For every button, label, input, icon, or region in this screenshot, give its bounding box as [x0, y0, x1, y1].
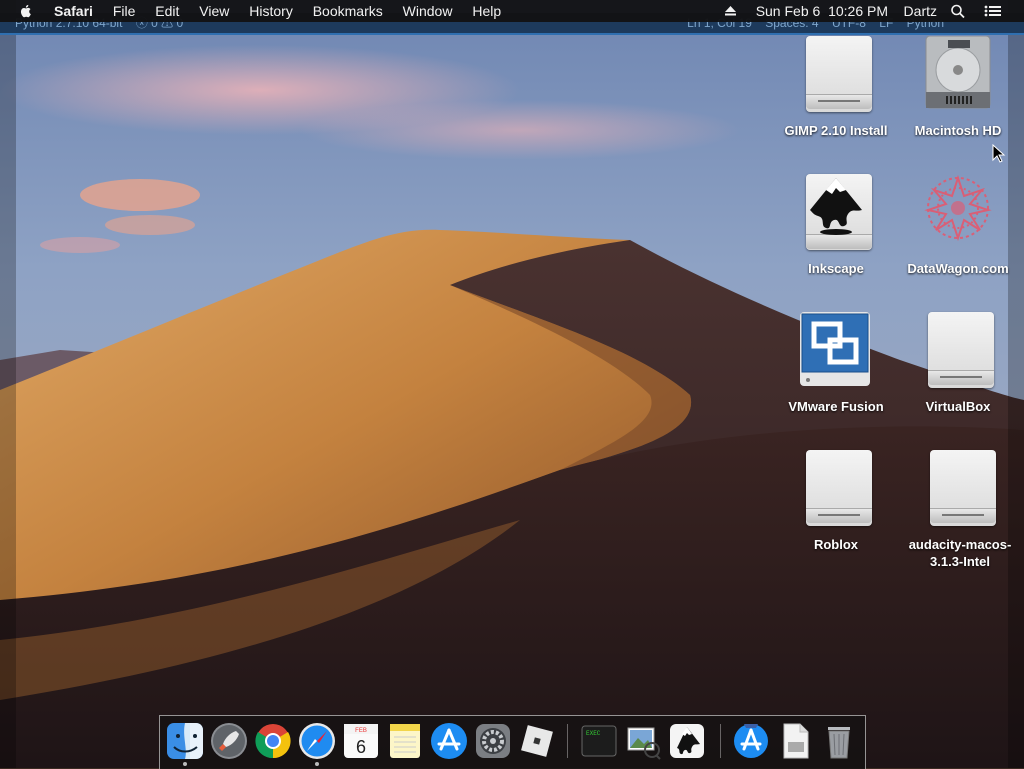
launchpad-icon[interactable]: [210, 722, 248, 760]
document-stack-icon[interactable]: [776, 722, 814, 760]
menu-file[interactable]: File: [113, 0, 136, 22]
menu-window[interactable]: Window: [403, 0, 453, 22]
running-indicator: [183, 762, 187, 766]
mouse-cursor-icon: [992, 143, 1006, 164]
system-preferences-icon[interactable]: [474, 722, 512, 760]
menu-history[interactable]: History: [249, 0, 293, 22]
apple-logo-icon[interactable]: [18, 0, 38, 22]
chrome-icon[interactable]: [254, 722, 292, 760]
menubar-clock[interactable]: Sun Feb 6 10:26 PM: [756, 0, 888, 22]
calendar-icon[interactable]: FEB 6: [342, 722, 380, 760]
external-drive-icon: [918, 312, 998, 392]
finder-icon[interactable]: [166, 722, 204, 760]
desktop-icon-label: VirtualBox: [925, 399, 991, 414]
desktop-icon-label: Inkscape: [808, 261, 864, 276]
menu-view[interactable]: View: [199, 0, 229, 22]
preview-icon[interactable]: [624, 722, 662, 760]
dock-separator: [567, 724, 568, 758]
app-store-icon[interactable]: [430, 722, 468, 760]
downloads-folder-icon[interactable]: [732, 722, 770, 760]
desktop-icon-label: DataWagon.com: [907, 261, 1009, 276]
desktop-icon-label: Macintosh HD: [914, 123, 1002, 138]
external-drive-icon: [796, 36, 876, 116]
inkscape-icon[interactable]: [668, 722, 706, 760]
menu-bookmarks[interactable]: Bookmarks: [313, 0, 383, 22]
desktop-icon-label: audacity-macos-3.1.3-Intel: [908, 537, 1012, 569]
safari-icon[interactable]: [298, 722, 336, 760]
desktop-icon-label: VMware Fusion: [788, 399, 884, 414]
desktop-icon-vmware-fusion[interactable]: VMware Fusion: [776, 312, 896, 415]
terminal-label: EXEC: [586, 730, 601, 737]
datawagon-logo-icon: [918, 174, 998, 254]
desktop-icon-label: Roblox: [813, 537, 859, 552]
desktop-icon-virtualbox[interactable]: VirtualBox: [898, 312, 1018, 415]
trash-icon[interactable]: [820, 722, 858, 760]
notification-center-icon[interactable]: [984, 0, 1002, 28]
menubar-user[interactable]: Dartz: [904, 0, 937, 22]
dock: FEB 6 EXEC: [159, 715, 866, 769]
desktop-icon-macintosh-hd[interactable]: Macintosh HD: [898, 35, 1018, 139]
desktop-icon-gimp-install[interactable]: GIMP 2.10 Install: [776, 36, 896, 139]
eject-icon[interactable]: [724, 0, 738, 28]
calendar-month: FEB: [355, 728, 367, 734]
desktop-icon-roblox[interactable]: Roblox: [776, 450, 896, 553]
vmware-fusion-icon: [796, 312, 876, 392]
terminal-icon[interactable]: EXEC: [580, 722, 618, 760]
internal-hard-disk-icon: [918, 35, 998, 116]
menu-bar: Safari File Edit View History Bookmarks …: [0, 0, 1024, 22]
inkscape-disk-icon: [796, 174, 876, 254]
desktop-icon-audacity[interactable]: audacity-macos-3.1.3-Intel: [898, 450, 1022, 570]
external-drive-icon: [796, 450, 876, 530]
menu-help[interactable]: Help: [472, 0, 501, 22]
spotlight-search-icon[interactable]: [950, 0, 966, 28]
desktop-icon-inkscape[interactable]: Inkscape: [776, 174, 896, 277]
desktop-icon-datawagon[interactable]: DataWagon.com: [898, 174, 1018, 277]
dock-separator: [720, 724, 721, 758]
notes-icon[interactable]: [386, 722, 424, 760]
running-indicator: [315, 762, 319, 766]
menu-edit[interactable]: Edit: [155, 0, 179, 22]
calendar-day: 6: [356, 737, 366, 757]
menu-app-name[interactable]: Safari: [54, 0, 93, 22]
roblox-icon[interactable]: [518, 722, 556, 760]
desktop-icon-label: GIMP 2.10 Install: [784, 123, 888, 138]
external-drive-icon: [920, 450, 1000, 530]
